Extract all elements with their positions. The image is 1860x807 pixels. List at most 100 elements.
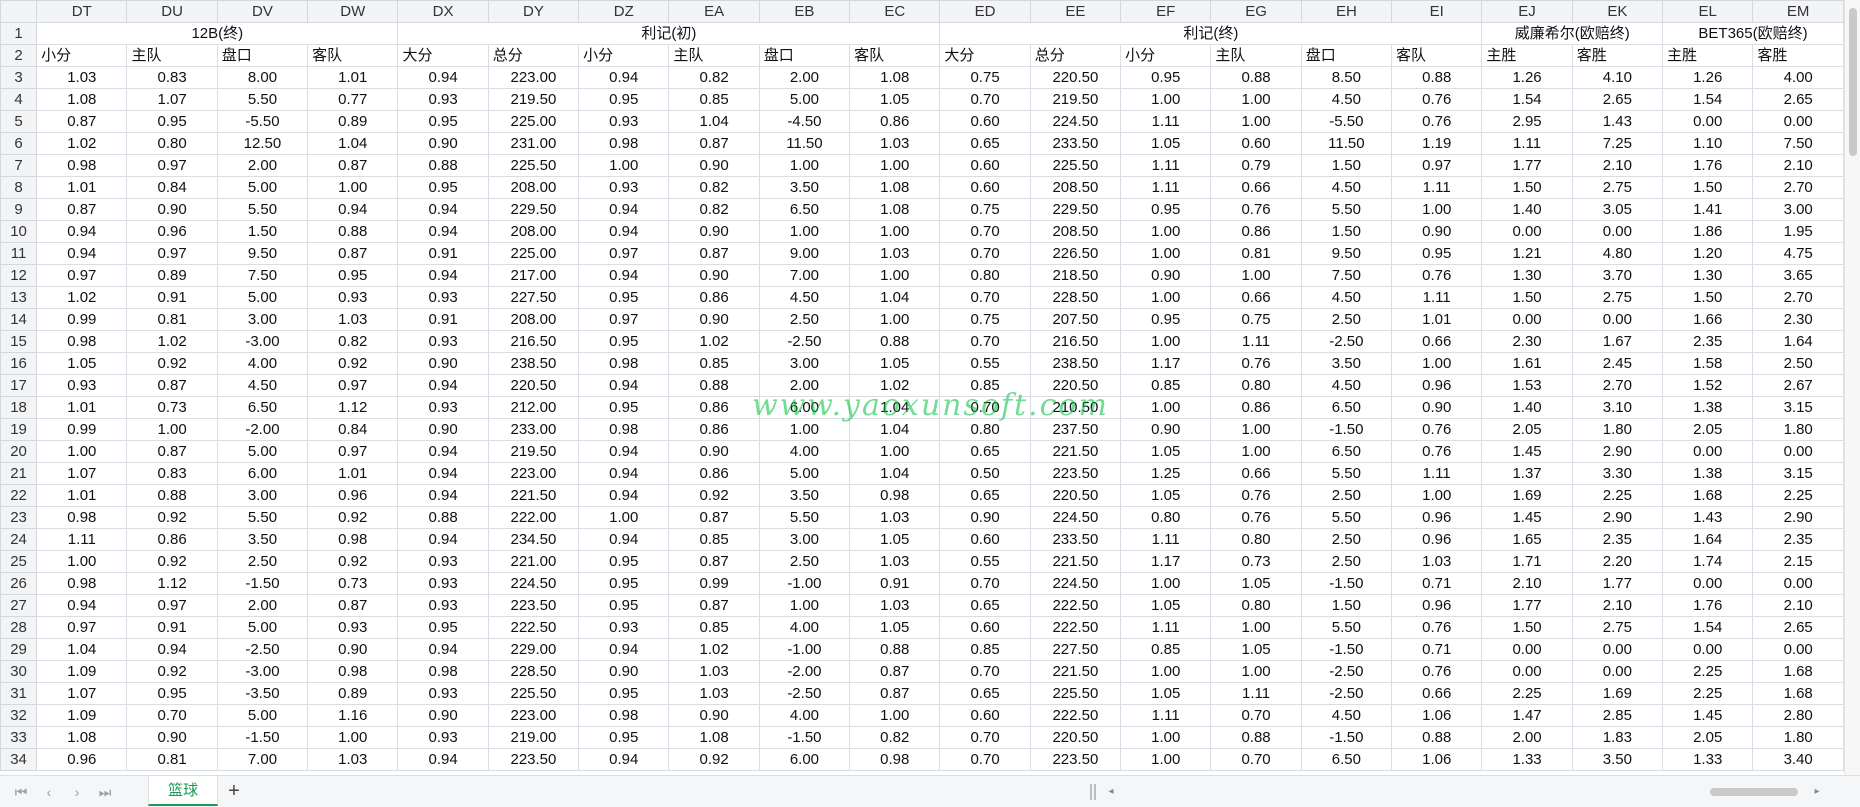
data-cell[interactable]: 3.00 <box>216 484 309 507</box>
data-cell[interactable]: 2.20 <box>1571 550 1664 573</box>
data-cell[interactable]: 1.00 <box>758 418 851 441</box>
data-cell[interactable]: 1.05 <box>36 352 128 375</box>
column-header[interactable]: DY <box>487 0 580 23</box>
data-cell[interactable]: 1.00 <box>1210 440 1302 463</box>
data-cell[interactable]: 0.98 <box>307 660 399 683</box>
sheet-tab-basketball[interactable]: 篮球 <box>148 776 218 806</box>
data-cell[interactable]: 0.85 <box>668 616 760 639</box>
data-cell[interactable]: 0.80 <box>126 132 218 155</box>
data-cell[interactable]: 0.00 <box>1481 660 1573 683</box>
data-cell[interactable]: 2.50 <box>1300 528 1393 551</box>
data-cell[interactable]: 0.66 <box>1391 330 1483 353</box>
data-cell[interactable]: 1.04 <box>849 286 941 309</box>
data-cell[interactable]: 238.50 <box>487 352 580 375</box>
data-cell[interactable]: 1.00 <box>1210 616 1302 639</box>
data-cell[interactable]: 0.00 <box>1752 638 1844 661</box>
data-cell[interactable]: 222.50 <box>487 616 580 639</box>
data-cell[interactable]: 9.50 <box>216 242 309 265</box>
data-cell[interactable]: 1.08 <box>36 88 128 111</box>
data-cell[interactable]: 0.70 <box>939 330 1031 353</box>
column-header[interactable]: DT <box>36 0 128 23</box>
data-cell[interactable]: 0.76 <box>1210 198 1302 221</box>
data-cell[interactable]: 0.75 <box>939 66 1031 89</box>
data-cell[interactable]: 1.76 <box>1662 594 1754 617</box>
data-cell[interactable]: 2.10 <box>1752 154 1844 177</box>
data-cell[interactable]: 0.82 <box>849 726 941 749</box>
data-cell[interactable]: 1.03 <box>307 308 399 331</box>
data-cell[interactable]: 6.00 <box>758 748 851 771</box>
data-cell[interactable]: 0.60 <box>939 704 1031 727</box>
data-cell[interactable]: 1.06 <box>1391 748 1483 771</box>
data-cell[interactable]: 4.00 <box>758 440 851 463</box>
data-cell[interactable]: 1.25 <box>1120 462 1212 485</box>
data-cell[interactable]: 0.94 <box>397 440 489 463</box>
data-cell[interactable]: 3.05 <box>1571 198 1664 221</box>
data-cell[interactable]: 222.50 <box>1029 616 1122 639</box>
data-cell[interactable]: 5.00 <box>216 616 309 639</box>
group-header-cell[interactable]: 利记(终) <box>939 22 1483 45</box>
row-header[interactable]: 10 <box>0 220 38 243</box>
column-header[interactable]: EB <box>758 0 851 23</box>
data-cell[interactable]: 1.00 <box>1120 660 1212 683</box>
data-cell[interactable]: 1.00 <box>849 154 941 177</box>
data-cell[interactable]: 0.93 <box>36 374 128 397</box>
data-cell[interactable]: 1.00 <box>1120 726 1212 749</box>
data-cell[interactable]: 1.95 <box>1752 220 1844 243</box>
data-cell[interactable]: 7.00 <box>758 264 851 287</box>
data-cell[interactable]: 2.50 <box>1300 484 1393 507</box>
data-cell[interactable]: 5.50 <box>1300 616 1393 639</box>
data-cell[interactable]: 0.87 <box>668 506 760 529</box>
sub-header-cell[interactable]: 客队 <box>307 44 399 67</box>
data-cell[interactable]: 0.00 <box>1571 638 1664 661</box>
data-cell[interactable]: 1.00 <box>849 308 941 331</box>
data-cell[interactable]: 1.07 <box>36 682 128 705</box>
data-cell[interactable]: 0.93 <box>397 330 489 353</box>
data-cell[interactable]: 0.98 <box>36 506 128 529</box>
data-cell[interactable]: 0.76 <box>1391 264 1483 287</box>
sub-header-cell[interactable]: 盘口 <box>758 44 851 67</box>
data-cell[interactable]: 0.95 <box>578 572 670 595</box>
data-cell[interactable]: 2.00 <box>758 374 851 397</box>
data-cell[interactable]: 223.00 <box>487 66 580 89</box>
data-cell[interactable]: 1.40 <box>1481 198 1573 221</box>
prev-sheet-icon[interactable]: ‹ <box>38 782 60 802</box>
data-cell[interactable]: 223.50 <box>487 748 580 771</box>
data-cell[interactable]: 1.11 <box>1120 154 1212 177</box>
data-cell[interactable]: 225.50 <box>487 682 580 705</box>
data-cell[interactable]: 0.96 <box>126 220 218 243</box>
data-cell[interactable]: 0.76 <box>1210 506 1302 529</box>
row-header[interactable]: 23 <box>0 506 38 529</box>
data-cell[interactable]: 1.69 <box>1571 682 1664 705</box>
data-cell[interactable]: 1.50 <box>1300 220 1393 243</box>
data-cell[interactable]: 0.93 <box>397 550 489 573</box>
data-cell[interactable]: 0.99 <box>36 308 128 331</box>
data-cell[interactable]: 2.65 <box>1752 616 1844 639</box>
sub-header-cell[interactable]: 客胜 <box>1752 44 1844 67</box>
data-cell[interactable]: 0.91 <box>849 572 941 595</box>
data-cell[interactable]: 5.50 <box>1300 198 1393 221</box>
data-cell[interactable]: 225.50 <box>487 154 580 177</box>
data-cell[interactable]: 4.00 <box>758 616 851 639</box>
data-cell[interactable]: 2.90 <box>1571 506 1664 529</box>
data-cell[interactable]: 1.64 <box>1752 330 1844 353</box>
data-cell[interactable]: 0.93 <box>397 88 489 111</box>
data-cell[interactable]: 1.05 <box>1210 638 1302 661</box>
data-cell[interactable]: 1.01 <box>36 176 128 199</box>
data-cell[interactable]: 0.79 <box>1210 154 1302 177</box>
data-cell[interactable]: 0.94 <box>397 748 489 771</box>
data-cell[interactable]: 1.00 <box>849 264 941 287</box>
data-cell[interactable]: 221.00 <box>487 550 580 573</box>
data-cell[interactable]: 0.97 <box>578 308 670 331</box>
data-cell[interactable]: 0.75 <box>939 198 1031 221</box>
data-cell[interactable]: 0.88 <box>1391 66 1483 89</box>
row-header[interactable]: 8 <box>0 176 38 199</box>
data-cell[interactable]: 1.38 <box>1662 462 1754 485</box>
data-cell[interactable]: 0.55 <box>939 352 1031 375</box>
data-cell[interactable]: 1.00 <box>849 440 941 463</box>
data-cell[interactable]: -2.00 <box>758 660 851 683</box>
data-cell[interactable]: 4.50 <box>758 286 851 309</box>
data-cell[interactable]: 1.69 <box>1481 484 1573 507</box>
data-cell[interactable]: 1.03 <box>849 506 941 529</box>
data-cell[interactable]: 0.91 <box>126 616 218 639</box>
data-cell[interactable]: 0.00 <box>1752 440 1844 463</box>
